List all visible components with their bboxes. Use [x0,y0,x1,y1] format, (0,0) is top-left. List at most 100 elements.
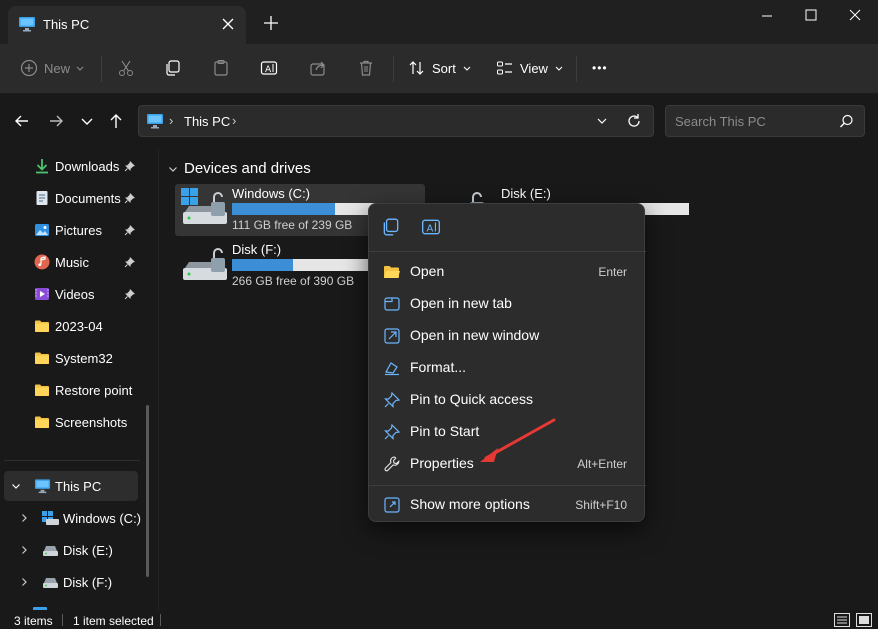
sort-button[interactable]: Sort [408,54,472,82]
copy-button[interactable] [164,54,182,82]
folder-icon [34,414,50,433]
sidebar-item-label: Downloads [55,159,120,174]
maximize-button[interactable] [789,0,833,32]
status-bar: 3 items 1 item selected [0,610,878,629]
refresh-icon[interactable] [625,112,643,133]
sidebar-item-downloads[interactable]: Downloads [0,151,150,181]
scissors-icon [119,60,133,76]
sidebar-item-windows-c[interactable]: Windows (C:) [0,503,150,533]
trash-icon [360,60,372,76]
sidebar-item-videos[interactable]: Videos [0,279,150,309]
menu-separator [369,485,646,486]
rename-icon[interactable]: A [421,217,443,239]
sidebar-scrollbar[interactable] [146,405,149,577]
menu-item-label: Open [410,263,445,279]
menu-item-shortcut: Enter [598,265,627,279]
minimize-button[interactable] [745,0,789,32]
delete-button[interactable] [357,54,375,82]
menu-item-open-in-new-tab[interactable]: Open in new tab [374,288,639,318]
sidebar-item-2023-04[interactable]: 2023-04 [0,311,150,341]
sidebar-item-disk-f[interactable]: Disk (F:) [0,567,150,597]
breadcrumb-this-pc[interactable]: This PC [184,114,230,129]
pin-icon[interactable] [124,160,136,175]
view-button[interactable]: View [496,54,564,82]
menu-item-label: Pin to Quick access [410,391,533,407]
group-title: Devices and drives [184,160,311,177]
folder-icon [34,382,50,401]
folder-open-icon [383,263,401,281]
share-icon [310,61,325,76]
arrow-left-icon [15,115,28,127]
separator [101,56,102,82]
recent-locations-button[interactable] [75,109,99,133]
sidebar-item-network[interactable] [0,599,150,610]
sidebar-item-music[interactable]: Music [0,247,150,277]
arrow-right-icon [50,115,63,127]
view-label: View [520,60,548,76]
chevron-right-icon[interactable] [18,512,30,527]
menu-item-format[interactable]: Format... [374,352,639,382]
menu-item-open-in-new-window[interactable]: Open in new window [374,320,639,350]
this-pc-icon [146,113,164,132]
arrow-up-icon [110,114,122,128]
new-button[interactable]: New [20,54,85,82]
sidebar-item-label: Disk (E:) [63,543,113,558]
this-pc-icon [34,478,51,497]
search-icon[interactable] [839,114,854,132]
back-button[interactable] [10,109,34,133]
see-more-button[interactable]: ••• [592,54,608,82]
sidebar-item-disk-e[interactable]: Disk (E:) [0,535,150,565]
windows-drive-icon [42,510,59,529]
menu-item-open[interactable]: Open Enter [374,256,639,286]
new-tab-icon [383,295,401,313]
pin-icon[interactable] [124,224,136,239]
close-tab-icon[interactable] [218,14,238,34]
context-menu-quick-actions: A [369,204,646,252]
breadcrumb-separator[interactable]: › [232,113,236,128]
sort-label: Sort [432,60,456,76]
chevron-down-icon[interactable] [10,480,22,495]
view-list-icon [497,61,512,75]
status-separator [160,614,161,626]
pin-icon[interactable] [124,256,136,271]
details-view-icon[interactable] [834,613,850,629]
rename-button[interactable]: A [260,54,278,82]
sidebar-item-this-pc[interactable]: This PC [4,471,138,501]
download-icon [34,158,50,177]
sidebar-item-pictures[interactable]: Pictures [0,215,150,245]
pin-icon [383,423,401,441]
paste-button[interactable] [212,54,230,82]
plus-circle-icon [20,59,38,77]
address-history-icon[interactable] [594,113,610,132]
chevron-right-icon[interactable] [18,544,30,559]
clipboard-icon [214,60,228,76]
menu-item-shortcut: Shift+F10 [575,498,627,512]
sidebar-item-label: Videos [55,287,95,302]
chevron-right-icon[interactable] [18,576,30,591]
up-button[interactable] [104,109,128,133]
new-tab-button[interactable] [260,12,282,34]
address-bar[interactable]: › This PC › [138,105,654,137]
annotation-arrow [480,418,556,462]
copy-icon[interactable] [381,217,403,239]
sidebar-item-restore-point[interactable]: Restore point [0,375,150,405]
tab-this-pc[interactable]: This PC [8,6,246,44]
sidebar-item-screenshots[interactable]: Screenshots [0,407,150,437]
new-window-icon [383,327,401,345]
forward-button[interactable] [44,109,68,133]
chevron-down-icon [76,66,84,71]
close-window-button[interactable] [833,0,877,32]
menu-item-show-more-options[interactable]: Show more options Shift+F10 [374,489,639,519]
pin-icon[interactable] [124,192,136,207]
search-box[interactable]: Search This PC [665,105,865,137]
chevron-down-icon [463,66,471,71]
devices-and-drives-header[interactable]: Devices and drives [167,160,311,177]
selection-count: 1 item selected [73,614,154,628]
tiles-view-icon[interactable] [856,613,872,629]
sidebar-item-documents[interactable]: Documents [0,183,150,213]
drive-name: Disk (F:) [232,242,282,257]
pin-icon[interactable] [124,288,136,303]
sidebar-item-system32[interactable]: System32 [0,343,150,373]
share-button[interactable] [309,54,327,82]
cut-button[interactable] [117,54,135,82]
